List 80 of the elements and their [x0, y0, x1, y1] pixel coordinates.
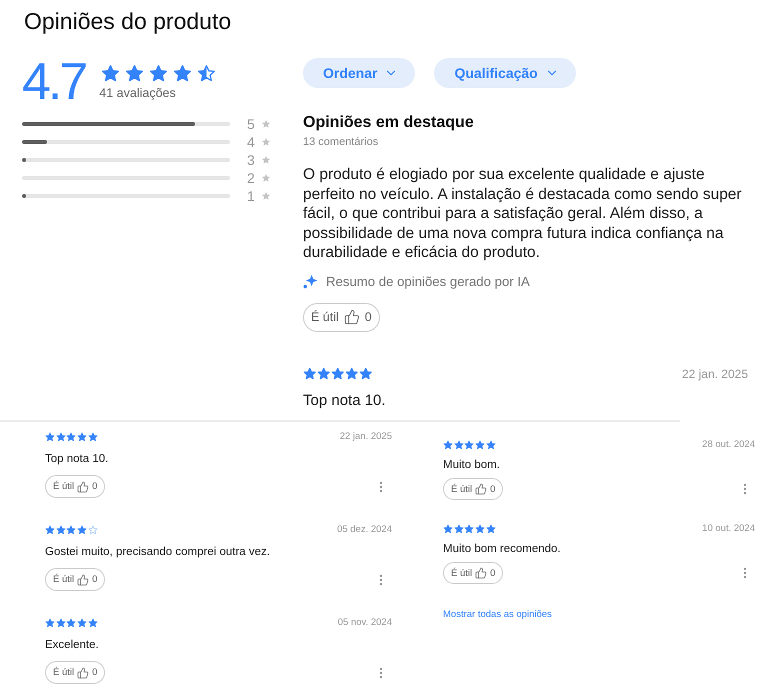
star-icon [88, 432, 98, 442]
star-icon [56, 432, 66, 442]
star-level-label: 5 [247, 116, 255, 132]
filter-dropdown-button[interactable]: Ordenar [303, 58, 416, 88]
star-icon [77, 618, 88, 628]
section-heading: Opiniões em destaque [303, 114, 475, 132]
star-icon [260, 173, 271, 183]
star-icon [101, 64, 120, 83]
star-level-label: 3 [247, 152, 255, 168]
star-icon [486, 440, 496, 450]
star-icon [317, 366, 330, 380]
thumbs-up-icon [77, 574, 90, 586]
ai-summary-note: Resumo de opiniões gerado por IA [326, 272, 530, 290]
star-icon [454, 524, 464, 534]
star-level-label: 2 [247, 170, 255, 186]
thumbs-up-icon [77, 480, 90, 492]
star-icon [486, 524, 496, 534]
helpful-button[interactable]: É útil 0 [45, 475, 106, 498]
star-icon [260, 191, 271, 201]
review-date: 28 out. 2024 [702, 439, 755, 451]
review-date: 22 jan. 2025 [682, 366, 748, 380]
review-date: 10 out. 2024 [702, 523, 755, 535]
star-icon [77, 432, 88, 442]
review-text: Muito bom. [443, 458, 501, 472]
thumbs-up-icon [344, 309, 360, 325]
review-date: 22 jan. 2025 [340, 431, 392, 443]
thumbs-up-icon [475, 567, 488, 579]
review-text: Muito bom recomendo. [443, 542, 562, 556]
star-icon [359, 366, 372, 380]
page-title: Opiniões do produto [23, 7, 232, 34]
star-icon [56, 618, 66, 628]
star-icon [173, 64, 192, 83]
star-icon [464, 440, 474, 450]
star-icon [345, 366, 358, 380]
star-icon [260, 155, 271, 165]
star-icon [464, 524, 474, 534]
review-text: Top nota 10. [45, 452, 110, 466]
helpful-button[interactable]: É útil 0 [443, 478, 504, 500]
star-icon [88, 618, 98, 628]
star-icon [149, 64, 168, 83]
thumbs-up-icon [77, 666, 90, 678]
star-icon [66, 525, 76, 535]
star-icon [45, 525, 55, 535]
star-icon [331, 366, 344, 380]
star-icon [125, 64, 144, 83]
star-icon [66, 618, 76, 628]
show-all-reviews-link[interactable]: Mostrar todas as opiniões [443, 609, 552, 621]
star-icon [45, 618, 55, 628]
comment-count: 13 comentários [303, 135, 380, 149]
star-icon [197, 64, 216, 83]
star-icon [260, 119, 271, 129]
review-summary-text: O produto é elogiado por sua excelente qualidade e ajuste perfeito no veículo. A instalação é destacada como sendo super fácil, o que contribui para a satisfação geral. Além disso, a possibilidade de uma nova compra futura indica confiança na durabilidade e eficácia do produto. [303, 165, 743, 262]
filter-dropdown-button[interactable]: Qualificação [434, 58, 576, 88]
sparkle-icon [303, 274, 318, 289]
star-icon [475, 440, 486, 450]
star-icon [260, 137, 271, 147]
star-icon [454, 440, 464, 450]
star-icon [77, 525, 88, 535]
star-icon [475, 524, 486, 534]
average-rating: 4.7 [22, 56, 86, 108]
review-text: Top nota 10. [303, 392, 387, 410]
review-text: Gostei muito, precisando comprei outra vez. [45, 545, 271, 559]
star-level-label: 1 [247, 188, 255, 204]
star-icon [56, 525, 66, 535]
helpful-button[interactable]: É útil 0 [443, 562, 504, 584]
review-date: 05 nov. 2024 [338, 617, 392, 629]
review-count: 41 avaliações [99, 86, 177, 101]
helpful-button[interactable]: É útil 0 [303, 302, 380, 332]
star-icon [303, 366, 316, 380]
star-icon [443, 440, 453, 450]
star-icon [443, 524, 453, 534]
star-level-label: 4 [247, 134, 255, 150]
star-icon [88, 525, 98, 535]
helpful-button[interactable]: É útil 0 [45, 661, 106, 684]
review-text: Excelente. [45, 638, 100, 652]
star-icon [45, 432, 55, 442]
review-date: 05 dez. 2024 [337, 524, 392, 536]
thumbs-up-icon [475, 483, 488, 495]
helpful-button[interactable]: É útil 0 [45, 568, 106, 591]
star-icon [66, 432, 76, 442]
